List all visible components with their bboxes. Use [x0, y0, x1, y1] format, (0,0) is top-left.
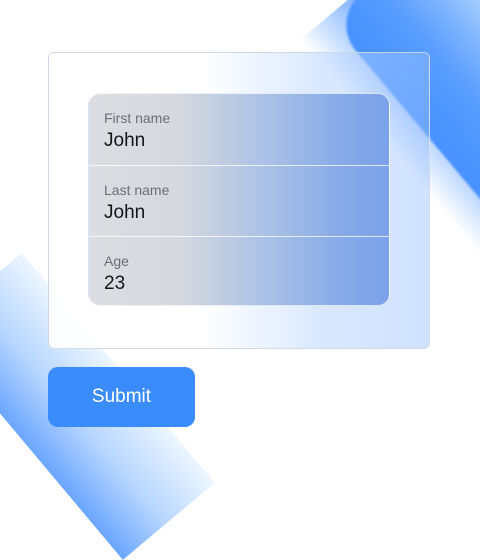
first-name-value[interactable]: John [104, 130, 145, 152]
last-name-value[interactable]: John [104, 202, 145, 224]
last-name-label: Last name [104, 182, 170, 198]
age-field[interactable]: Age 23 [89, 236, 389, 305]
age-label: Age [104, 253, 129, 269]
first-name-field[interactable]: First name John [89, 94, 389, 165]
first-name-label: First name [104, 110, 171, 126]
last-name-field[interactable]: Last name John [89, 165, 389, 236]
submit-button[interactable]: Submit [48, 367, 195, 427]
field-group: First name John Last name John Age 23 [88, 93, 390, 306]
age-value[interactable]: 23 [104, 273, 125, 295]
